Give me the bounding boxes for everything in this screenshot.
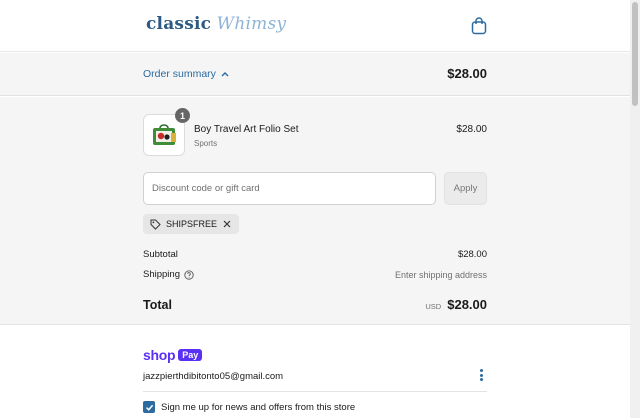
remove-discount-icon[interactable]	[222, 219, 232, 229]
logo-word-classic: classic	[146, 14, 212, 34]
divider	[143, 391, 487, 392]
discount-code-input[interactable]: Discount code or gift card	[143, 172, 436, 205]
shipping-label: Shipping	[143, 269, 180, 280]
page-scrollbar[interactable]	[630, 0, 640, 418]
shop-pay-brand: shop	[143, 347, 176, 363]
store-logo[interactable]: classic Whimsy	[146, 13, 286, 35]
newsletter-option[interactable]: Sign me up for news and offers from this…	[143, 401, 355, 413]
checkmark-icon	[145, 404, 153, 411]
product-name: Boy Travel Art Folio Set	[194, 124, 299, 135]
more-options-icon[interactable]	[478, 368, 484, 382]
shop-pay-email: jazzpierthdibitonto05@gmail.com	[143, 371, 284, 382]
shopping-bag-icon[interactable]	[471, 17, 487, 35]
total-label: Total	[143, 298, 172, 312]
logo-word-whimsy: Whimsy	[216, 14, 287, 34]
checkout-header: classic Whimsy	[0, 0, 630, 52]
apply-discount-button[interactable]: Apply	[444, 172, 487, 205]
chevron-up-icon	[221, 72, 229, 77]
discount-code-label: SHIPSFREE	[166, 219, 218, 229]
product-price: $28.00	[456, 124, 487, 135]
total-value: $28.00	[447, 297, 487, 312]
order-summary-panel: 1 Boy Travel Art Folio Set Sports $28.00…	[0, 97, 630, 325]
help-circle-icon[interactable]	[184, 269, 194, 280]
shop-pay-logo: shop Pay	[143, 347, 203, 363]
order-summary-label: Order summary	[143, 68, 216, 80]
shop-pay-badge: Pay	[178, 349, 203, 361]
subtotal-label: Subtotal	[143, 249, 178, 260]
shipping-value: Enter shipping address	[394, 270, 487, 280]
newsletter-checkbox[interactable]	[143, 401, 155, 413]
product-category: Sports	[194, 139, 218, 148]
discount-code-placeholder: Discount code or gift card	[152, 183, 260, 194]
applied-discount-chip: SHIPSFREE	[143, 214, 240, 234]
total-value-group: USD $28.00	[425, 297, 487, 312]
newsletter-label: Sign me up for news and offers from this…	[161, 401, 356, 413]
order-summary-toggle[interactable]: Order summary	[143, 68, 229, 80]
tag-icon	[150, 219, 161, 230]
shipping-row: Shipping	[143, 269, 194, 280]
subtotal-value: $28.00	[457, 249, 487, 260]
currency-code: USD	[425, 302, 442, 311]
order-summary-total: $28.00	[447, 66, 487, 81]
order-summary-bar: Order summary $28.00	[0, 53, 630, 96]
quantity-badge: 1	[175, 108, 190, 123]
scrollbar-thumb[interactable]	[632, 2, 638, 106]
